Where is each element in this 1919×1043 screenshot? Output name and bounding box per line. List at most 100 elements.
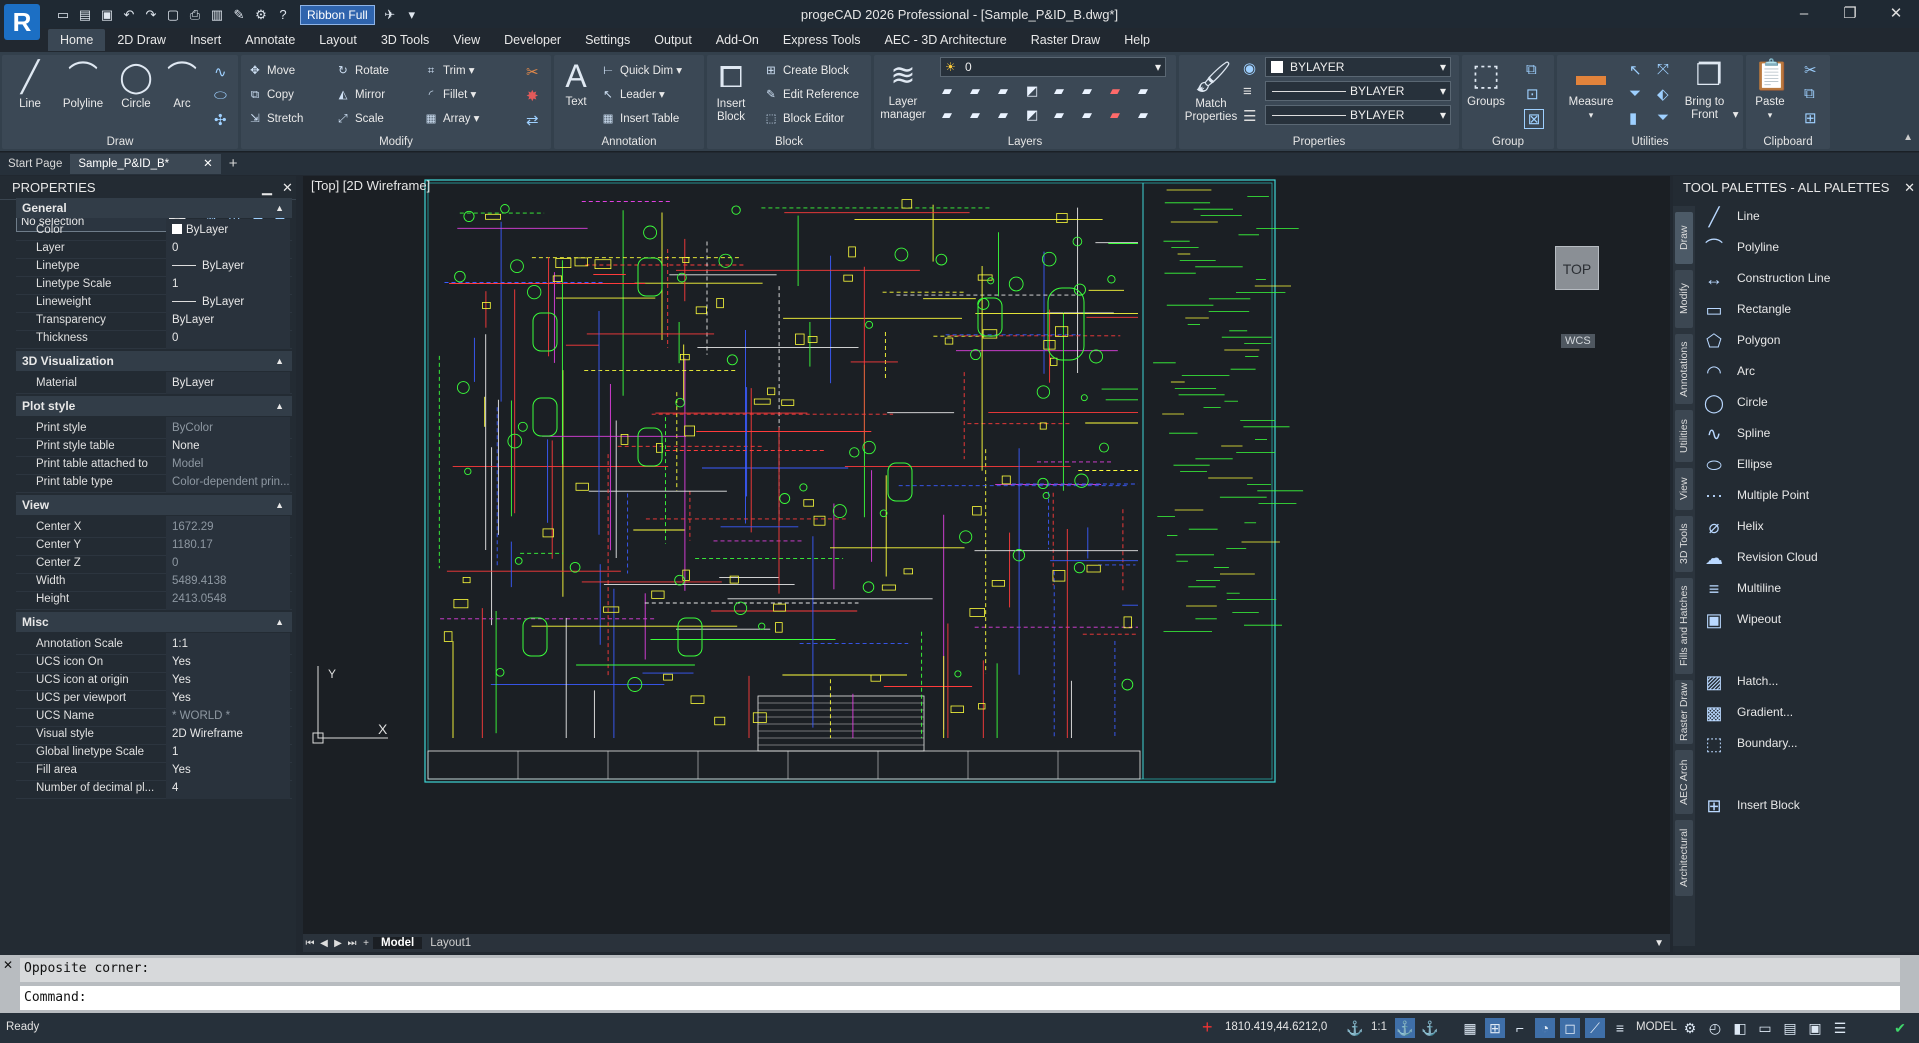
tab-developer[interactable]: Developer [492,29,573,51]
section-3d-visualization[interactable]: 3D Visualization ▲ [16,351,292,371]
palette-item-multiline[interactable]: ≡ Multiline [1701,573,1911,603]
tab-output[interactable]: Output [642,29,704,51]
palette-item-insert-block[interactable]: ⊞ Insert Block [1701,790,1911,820]
layer-tool-11-icon[interactable]: ▰ [998,107,1008,123]
first-tab-icon[interactable]: ⏮ [303,938,317,949]
palette-item-spline[interactable]: ∿ Spline [1701,418,1911,448]
calculator-icon[interactable]: ▮ [1629,109,1637,127]
copy-clip-icon[interactable]: ⧉ [1804,85,1815,102]
layer-tool-10-icon[interactable]: ▰ [970,107,980,123]
tab-help[interactable]: Help [1112,29,1162,51]
wcs-label[interactable]: WCS [1561,334,1595,348]
lineweight-toggle-icon[interactable]: ≡ [1610,1018,1630,1038]
isolate-icon[interactable]: ◴ [1705,1018,1725,1038]
filter-icon[interactable]: ⏷ [1657,109,1669,126]
tab-home[interactable]: Home [48,29,106,51]
scroll-right-icon[interactable]: ▼ [1654,938,1664,949]
layer-tool-13-icon[interactable]: ▰ [1054,107,1064,123]
workspace-gear-icon[interactable]: ⚙ [1680,1018,1700,1038]
explode-icon[interactable]: ✸ [526,87,539,105]
tab-3d-tools[interactable]: 3D Tools [369,29,441,51]
start-page-tab[interactable]: Start Page [0,154,70,174]
lineweight-dropdown[interactable]: BYLAYER ▾ [1265,105,1451,125]
minimize-panel-icon[interactable]: ▁ [262,176,272,200]
layer-tool-7-icon[interactable]: ▰ [1110,83,1120,99]
fillet-button[interactable]: ◜ Fillet ▾ [423,85,476,105]
last-tab-icon[interactable]: ⏭ [345,938,359,949]
tab-layout[interactable]: Layout [307,29,369,51]
open-file-icon[interactable]: ▤ [76,6,94,24]
layer-tool-2-icon[interactable]: ▰ [970,83,980,99]
hardware-accel-icon[interactable]: ◧ [1730,1018,1750,1038]
restore-button[interactable]: ❐ [1827,0,1873,28]
block-editor-button[interactable]: ⬚ Block Editor [763,109,845,129]
menu-icon[interactable]: ☰ [1830,1018,1850,1038]
modify-panel-title[interactable]: Modify [241,136,551,148]
tab-annotate[interactable]: Annotate [233,29,307,51]
palette-item-helix[interactable]: ⌀ Helix [1701,511,1911,541]
palette-item-wipeout[interactable]: ▣ Wipeout [1701,604,1911,634]
layer-tool-14-icon[interactable]: ▰ [1082,107,1092,123]
close-button[interactable]: ✕ [1873,0,1919,28]
drawing-canvas[interactable]: YX [303,176,1670,934]
circle-tool[interactable]: ◯ Circle [114,61,158,111]
property-row[interactable]: Print table type Color-dependent prin... [16,471,292,493]
add-layout-icon[interactable]: + [359,938,373,949]
offset-icon[interactable]: ⇄ [526,111,539,129]
select-similar-icon[interactable]: ⤧ [1657,61,1669,78]
annotation-panel-title[interactable]: Annotation [554,136,704,148]
palette-item-circle[interactable]: ◯ Circle [1701,387,1911,417]
snap-icon[interactable]: ⊞ [1485,1018,1505,1038]
help-icon[interactable]: ? [274,6,292,24]
section-plot-style[interactable]: Plot style ▲ [16,396,292,416]
section-misc[interactable]: Misc ▲ [16,612,292,632]
copy-button[interactable]: ⧉ Copy [247,85,294,105]
tab-view[interactable]: View [441,29,492,51]
annotation-icon[interactable]: ⚓ [1345,1018,1365,1038]
collapse-icon[interactable]: ▲ [275,612,284,632]
undo-icon[interactable]: ↶ [120,6,138,24]
quick-dim-button[interactable]: ⊢ Quick Dim ▾ [600,61,682,81]
save-as-icon[interactable]: ▢ [164,6,182,24]
close-panel-icon[interactable]: ✕ [282,176,293,200]
toolbar-dropdown-icon[interactable]: ▾ [403,6,421,24]
utilities-panel-title[interactable]: Utilities [1557,136,1743,148]
trim-button[interactable]: ⌗ Trim ▾ [423,61,475,81]
groups-tool[interactable]: ⬚ Groups [1464,59,1508,109]
save-icon[interactable]: ▣ [98,6,116,24]
redo-icon[interactable]: ↷ [142,6,160,24]
osnap-icon[interactable]: ◻ [1560,1018,1580,1038]
palette-item-polyline[interactable]: ⌒ Polyline [1701,232,1911,262]
palette-item-rectangle[interactable]: ▭ Rectangle [1701,294,1911,324]
collapse-icon[interactable]: ▲ [275,351,284,371]
palette-item-polygon[interactable]: ⬠ Polygon [1701,325,1911,355]
ellipse-icon[interactable]: ⬭ [214,87,227,104]
annotation-scale[interactable]: 1:1 [1371,1021,1387,1033]
minimize-button[interactable]: – [1781,0,1827,28]
linetype-icon[interactable]: ≡ [1243,83,1252,100]
property-row[interactable]: Number of decimal pl... 4 [16,777,292,799]
clean-icon[interactable]: ✎ [230,6,248,24]
group-edit-icon[interactable]: ⊡ [1526,85,1539,103]
layer-tool-15-icon[interactable]: ▰ [1110,107,1120,123]
add-tab-button[interactable]: + [221,154,246,174]
tab-add-on[interactable]: Add-On [704,29,771,51]
layer-tool-9-icon[interactable]: ▰ [942,107,952,123]
section-general[interactable]: General ▲ [16,198,292,218]
layers-panel-title[interactable]: Layers [874,136,1176,148]
settings-icon[interactable]: ⚙ [252,6,270,24]
draw-panel-title[interactable]: Draw [2,136,238,148]
bring-to-front-tool[interactable]: ❐ Bring to Front ▾ [1679,59,1739,122]
palette-item-ellipse[interactable]: ⬭ Ellipse [1701,449,1911,479]
color-wheel-icon[interactable]: ◉ [1243,59,1256,77]
ok-status-icon[interactable]: ✔ [1890,1018,1910,1038]
group-select-icon[interactable]: ⊠ [1524,109,1544,129]
quick-select-icon[interactable]: ⏷ [1629,85,1641,102]
drawing-viewport[interactable]: YX [Top] [2D Wireframe] TOP WCS [303,176,1670,934]
layer-tool-3-icon[interactable]: ▰ [998,83,1008,99]
customize-icon[interactable]: ✈ [381,6,399,24]
layer-tool-6-icon[interactable]: ▰ [1082,83,1092,99]
next-tab-icon[interactable]: ▶ [331,938,345,949]
prev-tab-icon[interactable]: ◀ [317,938,331,949]
palette-item-gradient-[interactable]: ▩ Gradient... [1701,697,1911,727]
